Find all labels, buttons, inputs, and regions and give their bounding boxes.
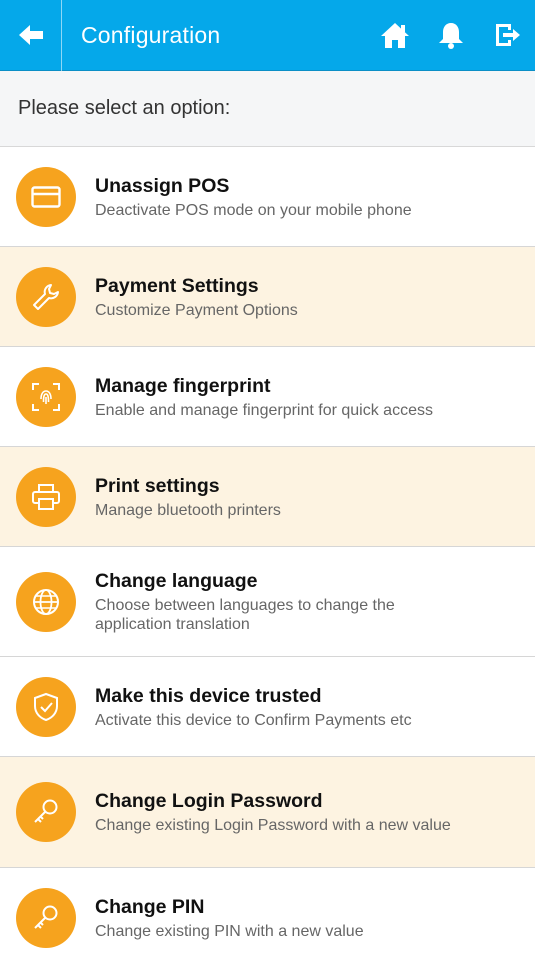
option-icon-circle [16,676,76,737]
option-subtitle: Deactivate POS mode on your mobile phone [95,201,412,219]
option-unassign-pos[interactable]: Unassign POS Deactivate POS mode on your… [0,147,535,247]
logout-button[interactable] [479,0,535,71]
option-subtitle: Customize Payment Options [95,301,298,319]
card-icon [31,185,61,208]
option-subtitle: Manage bluetooth printers [95,501,281,519]
option-change-pin[interactable]: Change PIN Change existing PIN with a ne… [0,868,535,968]
option-subtitle: Choose between languages to change the a… [95,597,395,633]
option-title: Manage fingerprint [95,374,271,397]
option-make-device-trusted[interactable]: Make this device trusted Activate this d… [0,657,535,757]
option-icon-circle [16,366,76,427]
option-icon-circle [16,166,76,227]
option-icon-circle [16,466,76,527]
printer-icon [32,483,60,510]
option-title: Unassign POS [95,174,230,197]
option-title: Make this device trusted [95,684,322,707]
shield-check-icon [34,692,58,721]
fingerprint-icon [32,382,60,411]
key-icon [34,799,58,823]
option-subtitle: Change existing PIN with a new value [95,923,364,940]
option-subtitle: Enable and manage fingerprint for quick … [95,401,433,419]
bell-icon [439,23,463,49]
globe-icon [33,588,59,615]
option-icon-circle [16,266,76,327]
arrow-left-icon [18,25,43,45]
notifications-button[interactable] [423,0,479,71]
option-title: Change PIN [95,896,205,918]
option-subtitle: Activate this device to Confirm Payments… [95,711,412,729]
option-title: Change Login Password [95,790,323,812]
option-title: Print settings [95,474,220,497]
home-icon [381,23,409,48]
option-payment-settings[interactable]: Payment Settings Customize Payment Optio… [0,247,535,347]
home-button[interactable] [367,0,423,71]
option-print-settings[interactable]: Print settings Manage bluetooth printers [0,447,535,547]
option-icon-circle [16,888,76,948]
option-change-login-password[interactable]: Change Login Password Change existing Lo… [0,757,535,868]
select-option-prompt: Please select an option: [0,71,535,147]
option-title: Payment Settings [95,274,259,297]
option-icon-circle [16,782,76,842]
page-title: Configuration [81,21,221,48]
options-list: Unassign POS Deactivate POS mode on your… [0,147,535,968]
top-app-bar: Configuration [0,0,535,71]
option-title: Change language [95,570,258,592]
wrench-icon [33,283,59,310]
back-button[interactable] [0,0,62,71]
option-manage-fingerprint[interactable]: Manage fingerprint Enable and manage fin… [0,347,535,447]
key-icon [34,905,58,929]
option-subtitle: Change existing Login Password with a ne… [95,817,451,834]
logout-icon [496,24,520,46]
option-change-language[interactable]: Change language Choose between languages… [0,547,535,657]
option-icon-circle [16,571,76,632]
